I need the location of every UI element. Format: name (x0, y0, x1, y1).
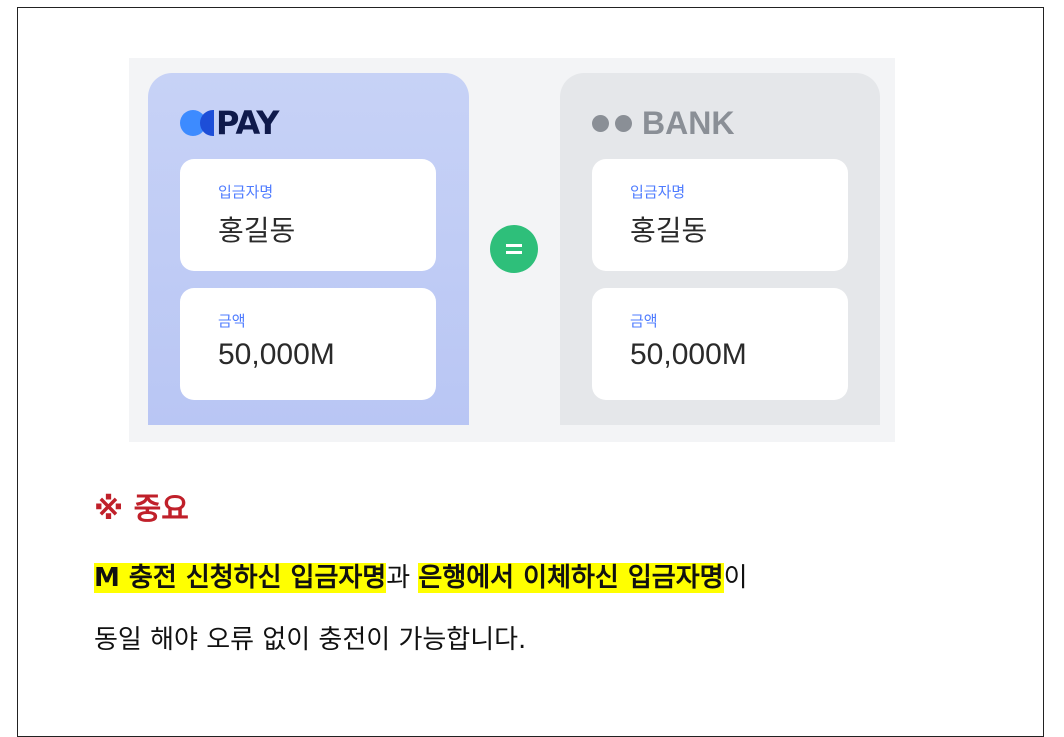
bank-card: BANK 입금자명 홍길동 금액 50,000M (560, 73, 880, 425)
bank-amount-label: 금액 (630, 312, 658, 330)
bank-logo-dot-icon (615, 114, 632, 132)
bank-amount-value: 50,000M (630, 338, 747, 371)
bank-logo: BANK (592, 103, 734, 143)
pay-amount-box: 금액 50,000M (180, 288, 436, 400)
equal-sign-icon (490, 225, 538, 273)
deposit-match-illustration: PAY 입금자명 홍길동 금액 50,000M BANK 입금자명 홍길동 금액… (129, 58, 895, 442)
pay-amount-label: 금액 (218, 312, 246, 330)
important-heading: ※ 중요 (94, 492, 189, 527)
pay-card: PAY 입금자명 홍길동 금액 50,000M (148, 73, 469, 425)
equal-bars (506, 244, 522, 254)
notice-particle: 이 (723, 563, 748, 593)
pay-depositor-name-value: 홍길동 (218, 214, 296, 247)
highlight-bank-transfer-name: 은행에서 이체하신 입금자명 (418, 563, 724, 593)
pay-depositor-name-box: 입금자명 홍길동 (180, 159, 436, 271)
pay-logo: PAY (180, 103, 279, 143)
highlight-m-charge-name: M 충전 신청하신 입금자명 (94, 563, 387, 593)
bank-depositor-name-value: 홍길동 (630, 214, 708, 247)
bank-depositor-name-label: 입금자명 (630, 183, 686, 201)
notice-line-2: 동일 해야 오류 없이 충전이 가능합니다. (94, 625, 527, 655)
notice-line-1: M 충전 신청하신 입금자명과 은행에서 이체하신 입금자명이 (94, 557, 748, 594)
bank-brand-text: BANK (642, 104, 735, 141)
pay-depositor-name-label: 입금자명 (218, 183, 274, 201)
bank-depositor-name-box: 입금자명 홍길동 (592, 159, 848, 271)
bank-logo-dot-icon (592, 114, 609, 132)
bank-amount-box: 금액 50,000M (592, 288, 848, 400)
pay-brand-text: PAY (216, 104, 279, 142)
pay-amount-value: 50,000M (218, 338, 335, 371)
notice-conjunction: 과 (386, 563, 419, 593)
